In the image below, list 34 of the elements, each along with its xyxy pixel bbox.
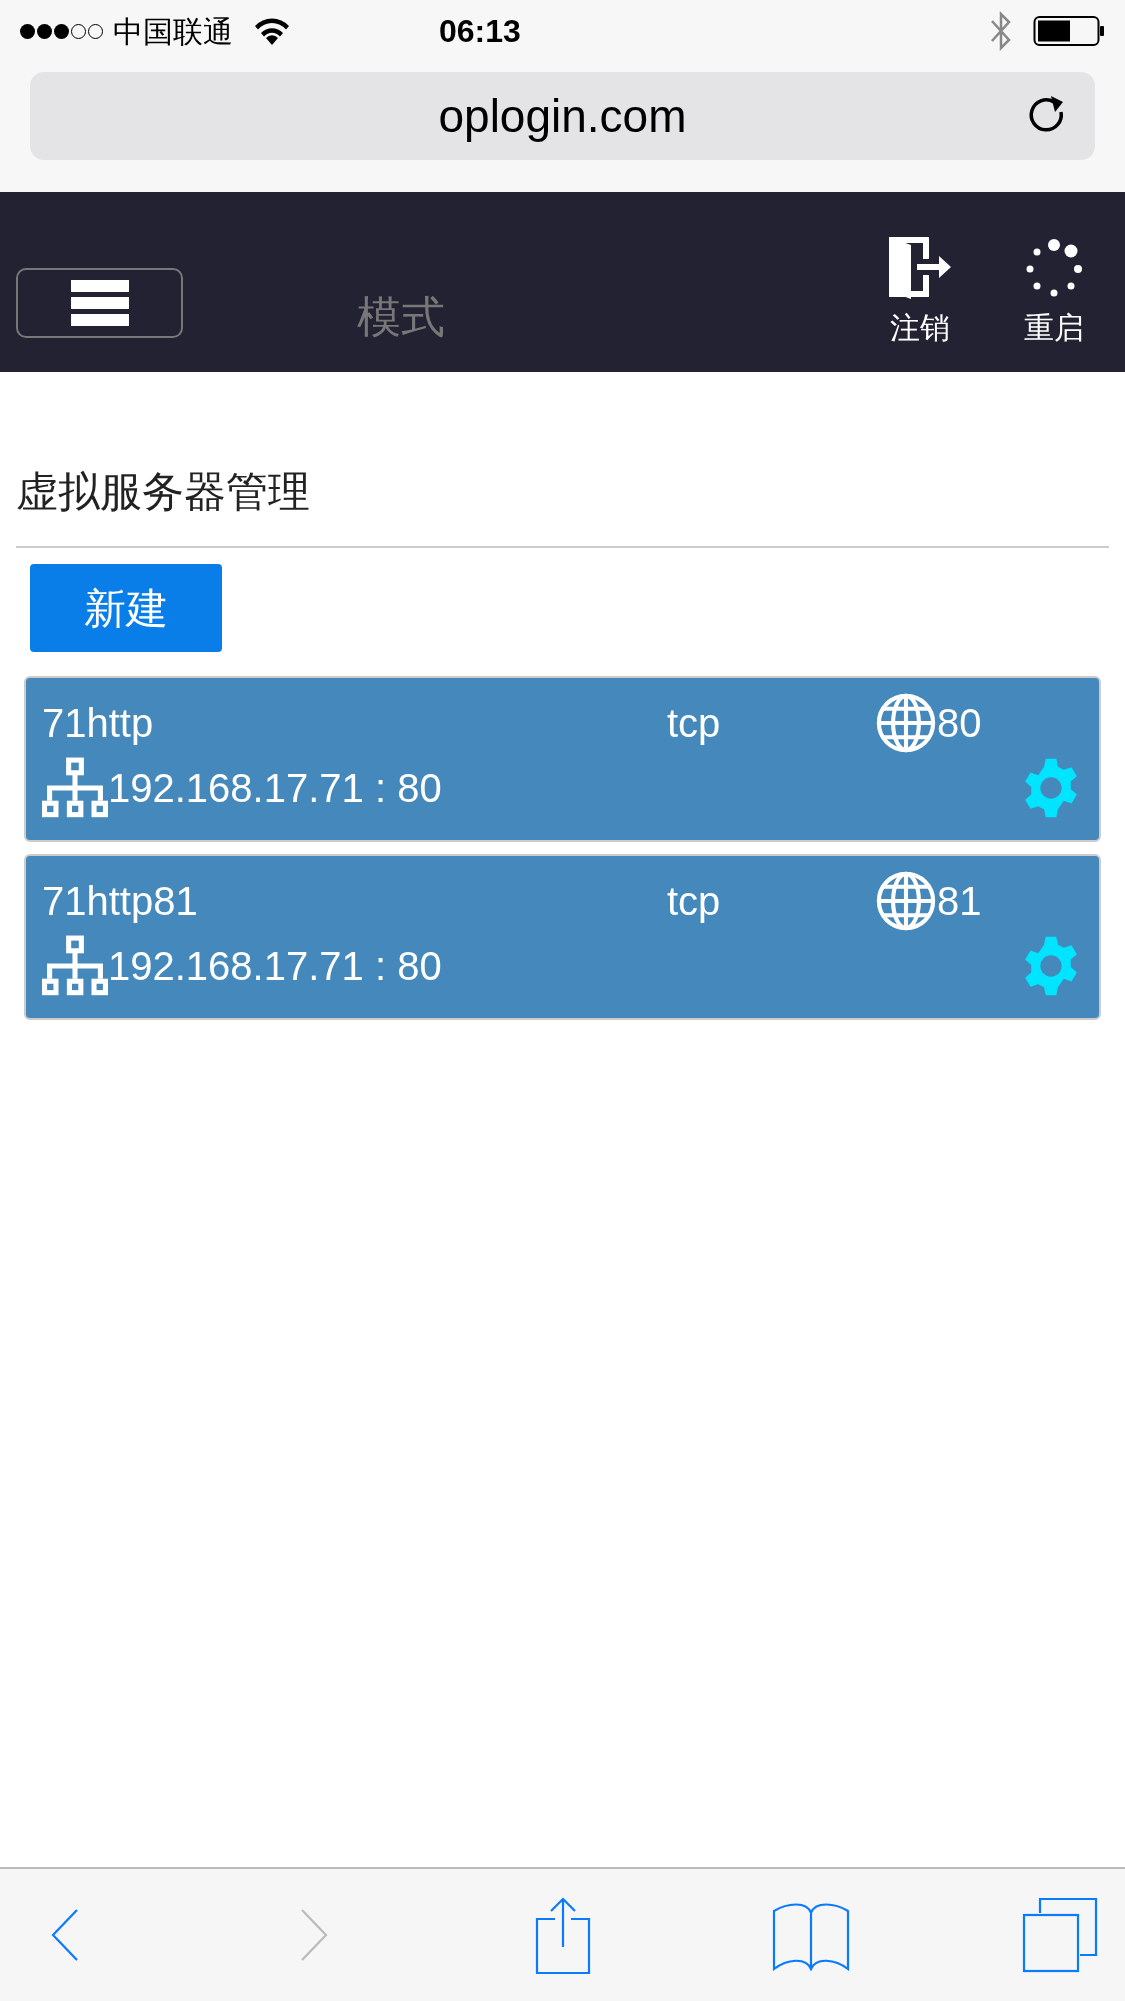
back-icon (50, 1908, 80, 1962)
globe-icon (875, 692, 937, 754)
tabs-icon (1022, 1897, 1098, 1973)
clock-time: 06:13 (439, 12, 521, 51)
server-card[interactable]: 71http tcp 80 192.168.17.71 : 80 (24, 676, 1101, 842)
address-bar[interactable]: oplogin.com (30, 72, 1095, 160)
menu-button[interactable] (16, 268, 183, 338)
server-name: 71http81 (42, 878, 199, 925)
globe-icon (875, 870, 937, 932)
network-icon (42, 757, 108, 819)
carrier-name: 中国联通 (113, 13, 233, 50)
mode-label: 模式 (357, 291, 445, 343)
protocol-text: tcp (667, 700, 722, 747)
forward-icon (298, 1908, 329, 1962)
wifi-icon (253, 17, 291, 45)
navbar-action-button[interactable]: 注销 (865, 235, 975, 350)
server-card[interactable]: 71http81 tcp 81 192.168.17.71 : 80 (24, 854, 1101, 1020)
share-icon (533, 1895, 592, 1975)
battery-icon (1033, 15, 1105, 47)
exit-door-icon (887, 235, 953, 299)
server-name: 71http (42, 700, 155, 747)
external-port: 80 (937, 700, 982, 747)
internal-address: 192.168.17.71 : 80 (108, 765, 442, 812)
internal-address: 192.168.17.71 : 80 (108, 943, 442, 990)
url-text: oplogin.com (438, 88, 687, 144)
menu-icon (70, 280, 129, 326)
network-icon (42, 935, 108, 997)
external-port: 81 (937, 878, 982, 925)
page-title: 虚拟服务器管理 (16, 467, 311, 517)
protocol-text: tcp (667, 878, 722, 925)
loading-spinner-icon (1024, 239, 1084, 299)
bluetooth-icon (989, 11, 1013, 51)
new-button[interactable]: 新建 (30, 564, 222, 652)
navbar-action-button[interactable]: 重启 (999, 239, 1109, 350)
